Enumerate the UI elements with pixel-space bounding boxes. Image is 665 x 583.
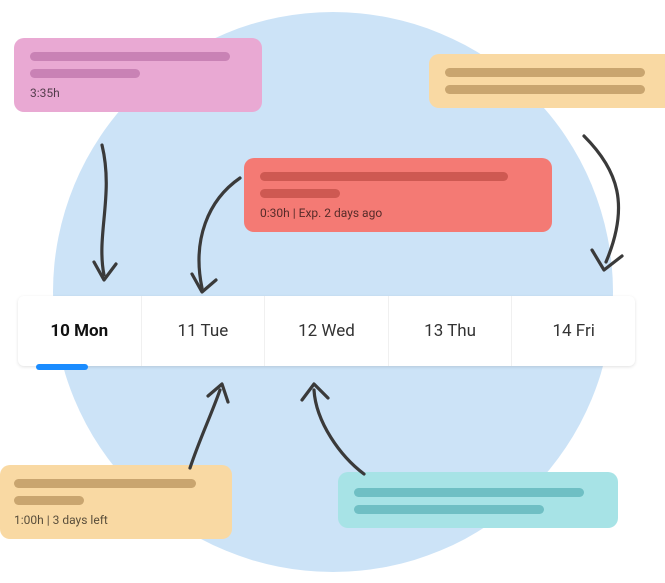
task-meta: 0:30h | Exp. 2 days ago <box>260 206 536 220</box>
task-card-red[interactable]: 0:30h | Exp. 2 days ago <box>244 158 552 232</box>
placeholder-line <box>260 189 340 198</box>
task-meta: 1:00h | 3 days left <box>14 513 216 527</box>
weekday-strip: 10 Mon11 Tue12 Wed13 Thu14 Fri <box>18 296 635 366</box>
placeholder-line <box>354 488 584 497</box>
arrow-icon <box>74 140 134 290</box>
placeholder-line <box>30 69 140 78</box>
arrow-icon <box>178 170 258 300</box>
placeholder-line <box>14 496 84 505</box>
task-card-teal[interactable] <box>338 472 618 528</box>
placeholder-line <box>260 172 508 181</box>
placeholder-line <box>445 85 645 94</box>
arrow-icon <box>568 130 648 285</box>
task-meta: 3:35h <box>30 86 246 100</box>
day-tab[interactable]: 11 Tue <box>142 296 266 366</box>
day-tab[interactable]: 12 Wed <box>265 296 389 366</box>
day-tab[interactable]: 10 Mon <box>18 296 142 366</box>
arrow-icon <box>290 378 380 488</box>
day-tab[interactable]: 14 Fri <box>512 296 635 366</box>
placeholder-line <box>354 505 544 514</box>
task-card-orange-top[interactable] <box>429 54 665 108</box>
day-tab[interactable]: 13 Thu <box>389 296 513 366</box>
placeholder-line <box>30 52 230 61</box>
task-card-pink[interactable]: 3:35h <box>14 38 262 112</box>
placeholder-line <box>445 68 645 77</box>
placeholder-line <box>14 479 196 488</box>
arrow-icon <box>176 378 246 478</box>
